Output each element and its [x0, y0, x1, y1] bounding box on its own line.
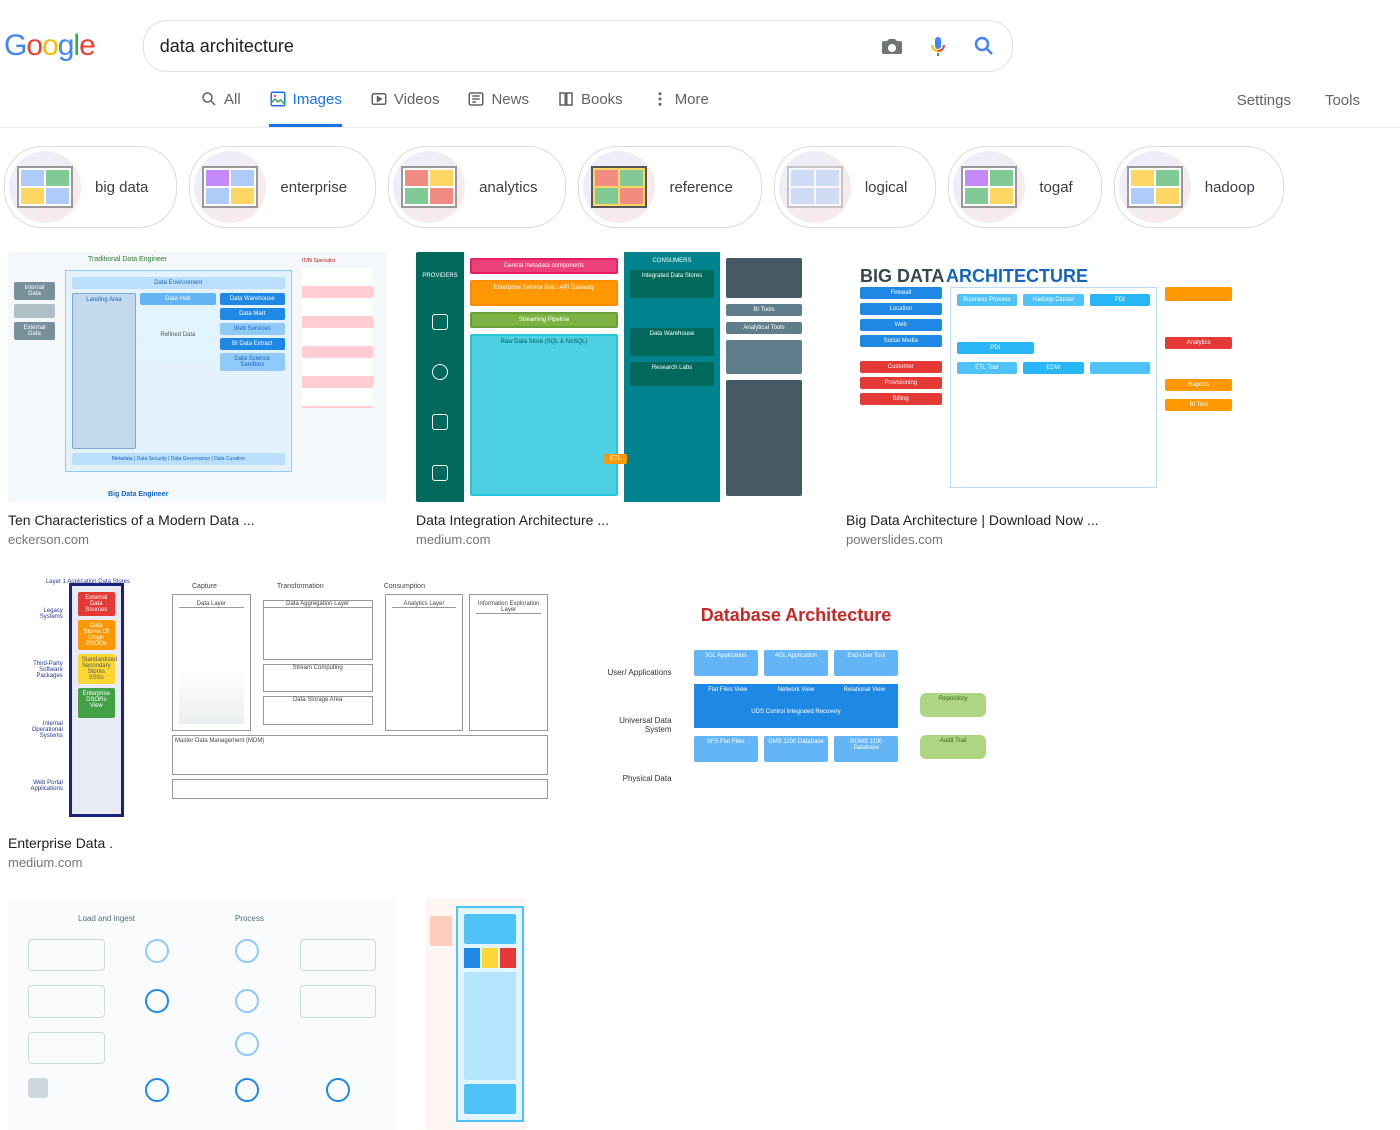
chip-thumb-icon [779, 151, 851, 223]
tools-link[interactable]: Tools [1325, 92, 1360, 109]
result-source: medium.com [416, 532, 816, 547]
result-thumbnail: Internal Data External Data Data Environ… [8, 252, 386, 502]
tab-all[interactable]: All [200, 90, 241, 127]
result-title: Enterprise Data . [8, 835, 134, 851]
mic-icon[interactable] [926, 34, 950, 58]
chip-thumb-icon [393, 151, 465, 223]
chip-enterprise[interactable]: enterprise [189, 146, 376, 228]
tab-news[interactable]: News [467, 90, 529, 127]
tab-books[interactable]: Books [557, 90, 623, 127]
image-result[interactable]: Load and ingestProcess [8, 898, 396, 1130]
result-thumbnail: Database Architecture User/ Applications… [586, 575, 1006, 807]
chip-thumb-icon [1119, 151, 1191, 223]
google-logo[interactable]: Google [4, 29, 95, 63]
chip-logical[interactable]: logical [774, 146, 937, 228]
result-title: Data Integration Architecture ... [416, 512, 816, 528]
result-source: medium.com [8, 855, 134, 870]
result-title: Ten Characteristics of a Modern Data ... [8, 512, 386, 528]
image-result[interactable]: Internal Data External Data Data Environ… [8, 252, 386, 547]
chip-thumb-icon [583, 151, 655, 223]
search-bar [143, 20, 1013, 72]
image-result[interactable]: CaptureTransformationConsumption Data La… [164, 575, 556, 870]
image-result[interactable] [426, 898, 526, 1130]
image-result[interactable]: PROVIDERS Central metadata components En… [416, 252, 816, 547]
chip-analytics[interactable]: analytics [388, 146, 566, 228]
tab-images[interactable]: Images [269, 90, 342, 127]
settings-link[interactable]: Settings [1237, 92, 1291, 109]
search-icon[interactable] [972, 34, 996, 58]
chip-togaf[interactable]: togaf [948, 146, 1101, 228]
camera-icon[interactable] [880, 34, 904, 58]
chip-thumb-icon [9, 151, 81, 223]
chip-reference[interactable]: reference [578, 146, 761, 228]
image-result[interactable]: BIG DATA ARCHITECTURE Firewall Location … [846, 252, 1246, 547]
chip-big-data[interactable]: big data [4, 146, 177, 228]
result-thumbnail: Legacy Systems Third-Party Software Pack… [8, 575, 134, 825]
image-results-grid: Internal Data External Data Data Environ… [0, 246, 1400, 1130]
search-tabs: All Images Videos News Books More [200, 90, 709, 127]
chip-thumb-icon [194, 151, 266, 223]
result-thumbnail [426, 898, 526, 1130]
tab-videos[interactable]: Videos [370, 90, 440, 127]
result-thumbnail: Load and ingestProcess [8, 898, 396, 1130]
search-input[interactable] [160, 36, 880, 57]
result-thumbnail: PROVIDERS Central metadata components En… [416, 252, 816, 502]
chip-thumb-icon [953, 151, 1025, 223]
result-title: Big Data Architecture | Download Now ... [846, 512, 1246, 528]
related-chips: big data enterprise analytics reference … [0, 128, 1400, 246]
result-source: powerslides.com [846, 532, 1246, 547]
chip-hadoop[interactable]: hadoop [1114, 146, 1284, 228]
result-source: eckerson.com [8, 532, 386, 547]
image-result[interactable]: Legacy Systems Third-Party Software Pack… [8, 575, 134, 870]
image-result[interactable]: Database Architecture User/ Applications… [586, 575, 1006, 870]
result-thumbnail: CaptureTransformationConsumption Data La… [164, 575, 556, 807]
result-thumbnail: BIG DATA ARCHITECTURE Firewall Location … [846, 252, 1246, 502]
tab-more[interactable]: More [651, 90, 709, 127]
